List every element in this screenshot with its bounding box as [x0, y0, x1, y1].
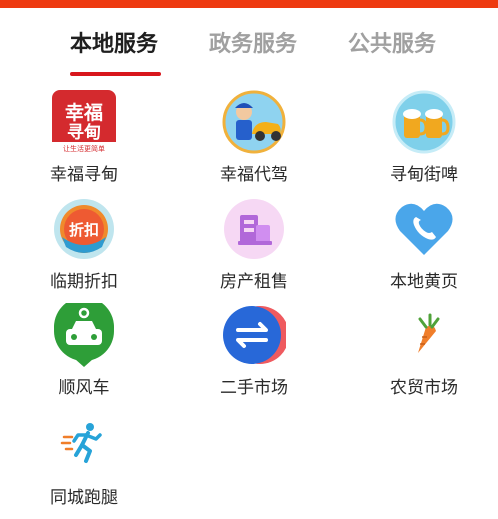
phone-heart-icon: [392, 197, 456, 261]
tab-local-services[interactable]: 本地服务: [70, 28, 158, 62]
svg-text:让生活更简单: 让生活更简单: [63, 144, 105, 153]
service-carpool[interactable]: 顺风车: [24, 303, 144, 399]
svg-text:幸福: 幸福: [65, 101, 103, 124]
service-label: 幸福寻甸: [50, 165, 118, 185]
svg-text:寻甸: 寻甸: [67, 122, 101, 143]
top-accent-bar: [0, 0, 498, 8]
service-label: 临期折扣: [50, 272, 118, 292]
service-xingfu-xundian[interactable]: 幸福 寻甸 让生活更简单 幸福寻甸: [24, 90, 144, 186]
service-label: 幸福代驾: [220, 165, 288, 185]
runner-icon: [52, 413, 116, 477]
service-label: 本地黄页: [390, 272, 458, 292]
taxi-pin-icon: [52, 303, 116, 367]
service-farmers-market[interactable]: 农贸市场: [364, 303, 484, 399]
service-expiring-discount[interactable]: 折扣 临期折扣: [24, 197, 144, 293]
service-yellow-pages[interactable]: 本地黄页: [364, 197, 484, 293]
service-label: 顺风车: [58, 378, 110, 398]
tab-government-services[interactable]: 政务服务: [209, 28, 297, 62]
building-icon: [222, 197, 286, 261]
carrot-icon: [392, 303, 456, 367]
service-label: 同城跑腿: [50, 488, 118, 508]
xingfu-xundian-logo-icon: 幸福 寻甸 让生活更简单: [52, 90, 116, 154]
beer-mugs-icon: [392, 90, 456, 154]
swap-arrows-icon: [222, 303, 286, 367]
active-tab-indicator: [70, 72, 161, 76]
service-label: 房产租售: [220, 272, 288, 292]
svg-text:折扣: 折扣: [69, 221, 99, 239]
service-label: 二手市场: [220, 378, 288, 398]
chauffeur-car-icon: [222, 90, 286, 154]
service-errand-runner[interactable]: 同城跑腿: [24, 413, 144, 509]
service-label: 寻甸街啤: [390, 165, 458, 185]
service-xundian-beer[interactable]: 寻甸街啤: [364, 90, 484, 186]
service-label: 农贸市场: [390, 378, 458, 398]
service-chauffeur[interactable]: 幸福代驾: [194, 90, 314, 186]
tab-public-services[interactable]: 公共服务: [348, 28, 436, 62]
discount-badge-icon: 折扣: [52, 197, 116, 261]
service-real-estate[interactable]: 房产租售: [194, 197, 314, 293]
service-second-hand[interactable]: 二手市场: [194, 303, 314, 399]
